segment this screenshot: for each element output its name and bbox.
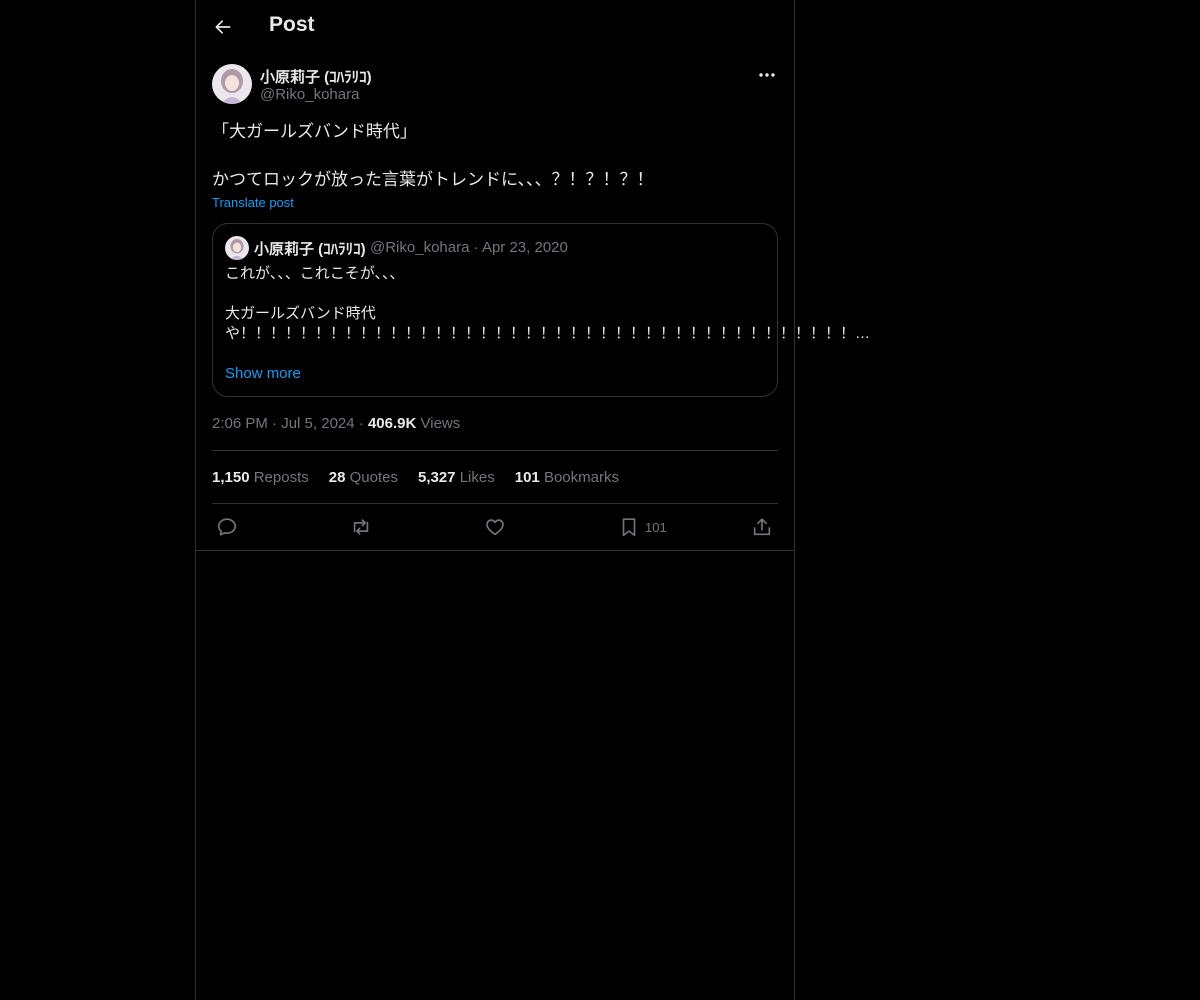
quoted-avatar-image <box>225 236 249 260</box>
stats-row: 1,150 Reposts 28 Quotes 5,327 Likes 101 … <box>212 469 619 486</box>
share-icon <box>753 518 771 536</box>
bookmarks-label: Bookmarks <box>543 469 619 486</box>
quotes-stat[interactable]: 28 Quotes <box>329 469 398 486</box>
post: 小原莉子 (ｺﾊﾗﾘｺ) @Riko_kohara 「大ガールズバンド時代」 か… <box>212 64 870 537</box>
bookmark-icon <box>622 518 636 537</box>
reposts-label: Reposts <box>253 469 309 486</box>
quoted-author-name: 小原莉子 (ｺﾊﾗﾘｺ) <box>254 241 366 258</box>
author-handle[interactable]: @Riko_kohara <box>260 86 359 103</box>
post-detail-column: Post 小原莉子 (ｺﾊﾗﾘｺ) @Riko_kohara 「大ガールズバンド… <box>195 0 870 1000</box>
more-horizontal-icon <box>759 73 775 77</box>
post-time[interactable]: 2:06 PM <box>212 415 268 432</box>
timestamp-row: 2:06 PM · Jul 5, 2024 · 406.9K Views <box>212 415 460 432</box>
bookmark-button[interactable]: 101 <box>618 515 667 539</box>
share-button[interactable] <box>751 515 773 539</box>
views-count: 406.9K <box>367 415 417 432</box>
bookmarks-stat[interactable]: 101 Bookmarks <box>515 469 619 486</box>
divider <box>196 550 794 551</box>
quoted-avatar <box>225 236 249 260</box>
quoted-post[interactable]: 小原莉子 (ｺﾊﾗﾘｺ) @Riko_kohara · Apr 23, 2020… <box>212 223 871 397</box>
divider <box>212 450 778 451</box>
repost-button[interactable] <box>349 515 373 539</box>
separator-dot: · <box>358 415 368 432</box>
avatar[interactable] <box>212 64 252 104</box>
avatar-image <box>212 64 252 104</box>
arrow-left-icon <box>215 20 231 34</box>
header: Post <box>196 0 794 54</box>
quotes-label: Quotes <box>349 469 398 486</box>
post-date[interactable]: Jul 5, 2024 <box>281 415 354 432</box>
heart-icon <box>486 519 504 536</box>
views-label: Views <box>420 415 461 432</box>
like-button[interactable] <box>484 515 506 539</box>
quoted-meta: @Riko_kohara · Apr 23, 2020 <box>370 239 568 256</box>
quoted-text: これが、、、これこそが、、、 大ガールズバンド時代 や！！！！！！！！！！！！！… <box>225 265 871 342</box>
page-title: Post <box>269 13 315 36</box>
reply-button[interactable] <box>216 515 238 539</box>
author-row: 小原莉子 (ｺﾊﾗﾘｺ) @Riko_kohara <box>212 64 778 108</box>
reply-icon <box>217 518 237 536</box>
back-button[interactable] <box>210 14 236 40</box>
bookmarks-count: 101 <box>514 469 540 486</box>
show-more-link[interactable]: Show more <box>225 365 301 382</box>
translate-post-link[interactable]: Translate post <box>212 195 294 210</box>
post-text: 「大ガールズバンド時代」 かつてロックが放った言葉がトレンドに、、、？！？！？！ <box>212 122 654 189</box>
more-button[interactable] <box>756 66 778 84</box>
reposts-stat[interactable]: 1,150 Reposts <box>212 469 309 486</box>
divider <box>212 503 778 504</box>
author-name[interactable]: 小原莉子 (ｺﾊﾗﾘｺ) <box>260 66 372 87</box>
likes-count: 5,327 <box>417 469 456 486</box>
reposts-count: 1,150 <box>212 469 250 486</box>
actions-row: 101 <box>212 515 778 539</box>
separator-dot: · <box>272 415 282 432</box>
repost-icon <box>353 519 369 535</box>
likes-stat[interactable]: 5,327 Likes <box>418 469 495 486</box>
quotes-count: 28 <box>328 469 346 486</box>
bookmark-count: 101 <box>645 519 667 535</box>
likes-label: Likes <box>459 469 495 486</box>
